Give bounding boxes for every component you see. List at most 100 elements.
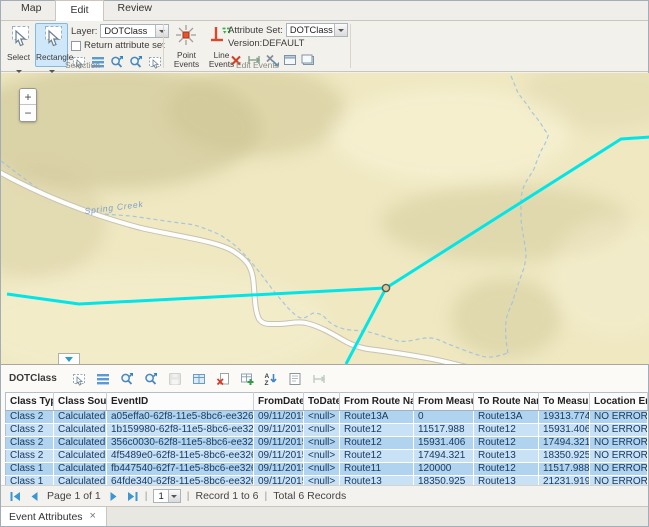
dropdown-button[interactable] <box>168 490 180 502</box>
table-cell[interactable]: Calculated <box>54 450 107 463</box>
table-cell[interactable]: Class 1 <box>6 463 54 476</box>
table-cell[interactable]: a05effa0-62f8-11e5-8bc6-ee32641d5ec9 <box>107 411 254 424</box>
table-cell[interactable]: Class 2 <box>6 450 54 463</box>
table-cell[interactable]: 09/11/2015 <box>254 424 304 437</box>
table-cell[interactable]: <null> <box>304 463 340 476</box>
layer-dropdown[interactable]: DOTClass <box>100 24 169 38</box>
table-cell[interactable]: Class 2 <box>6 437 54 450</box>
table-cell[interactable]: NO ERROR <box>590 463 648 476</box>
table-cell[interactable]: Route13A <box>474 411 539 424</box>
column-header[interactable]: ToDate <box>304 393 340 411</box>
table-cell[interactable]: Calculated <box>54 463 107 476</box>
table-row[interactable]: Class 2Calculateda05effa0-62f8-11e5-8bc6… <box>6 411 648 424</box>
table-cell[interactable]: Class 2 <box>6 411 54 424</box>
show-selected-records-icon[interactable] <box>95 371 111 387</box>
table-cell[interactable]: <null> <box>304 450 340 463</box>
table-row[interactable]: Class 2Calculated356c0030-62f8-11e5-8bc6… <box>6 437 648 450</box>
panel-collapse-tab[interactable] <box>58 353 80 364</box>
table-cell[interactable]: 11517.988 <box>539 463 590 476</box>
table-row[interactable]: Class 1Calculatedfb447540-62f7-11e5-8bc6… <box>6 463 648 476</box>
ribbon-tabs: MapEditReview <box>7 0 166 20</box>
close-icon[interactable]: × <box>90 511 96 522</box>
table-cell[interactable]: 19313.774 <box>539 411 590 424</box>
table-cell[interactable]: 11517.988 <box>414 424 474 437</box>
pan-to-selection-icon[interactable] <box>143 371 159 387</box>
selection-group: Select Rectangle Layer: DOTClass Return … <box>1 21 164 71</box>
table-cell[interactable]: NO ERROR <box>590 450 648 463</box>
table-cell[interactable]: NO ERROR <box>590 424 648 437</box>
table-cell[interactable]: 17494.321 <box>539 437 590 450</box>
table-cell[interactable]: <null> <box>304 437 340 450</box>
page-number-dropdown[interactable]: 1 <box>153 489 180 503</box>
table-cell[interactable]: 15931.406 <box>539 424 590 437</box>
zoom-to-selection-icon[interactable] <box>119 371 135 387</box>
tab-edit[interactable]: Edit <box>55 0 103 21</box>
table-cell[interactable]: 0 <box>414 411 474 424</box>
table-cell[interactable]: 15931.406 <box>414 437 474 450</box>
tab-event-attributes[interactable]: Event Attributes × <box>1 507 107 526</box>
table-cell[interactable]: Route12 <box>474 463 539 476</box>
table-cell[interactable]: 120000 <box>414 463 474 476</box>
column-header[interactable]: EventID <box>107 393 254 411</box>
table-cell[interactable]: NO ERROR <box>590 411 648 424</box>
sort-icon[interactable]: AZ <box>263 371 279 387</box>
column-header[interactable]: To Measure <box>539 393 590 411</box>
table-row[interactable]: Class 2Calculated1b159980-62f8-11e5-8bc6… <box>6 424 648 437</box>
column-header[interactable]: FromDate <box>254 393 304 411</box>
column-header[interactable]: Class Source <box>54 393 107 411</box>
table-row[interactable]: Class 2Calculated4f5489e0-62f8-11e5-8bc6… <box>6 450 648 463</box>
clear-selection-icon[interactable] <box>215 371 231 387</box>
table-cell[interactable]: Route12 <box>474 437 539 450</box>
column-header[interactable]: From Measure <box>414 393 474 411</box>
table-cell[interactable]: 09/11/2015 <box>254 450 304 463</box>
first-page-button[interactable] <box>9 490 22 503</box>
table-cell[interactable]: Calculated <box>54 437 107 450</box>
next-page-button[interactable] <box>107 490 120 503</box>
column-header[interactable]: To Route Name <box>474 393 539 411</box>
column-header[interactable]: Class Type <box>6 393 54 411</box>
select-features-icon[interactable] <box>71 371 87 387</box>
table-cell[interactable]: Calculated <box>54 411 107 424</box>
table-cell[interactable]: Route13 <box>474 450 539 463</box>
table-cell[interactable]: 18350.925 <box>539 450 590 463</box>
prev-page-button[interactable] <box>28 490 41 503</box>
table-cell[interactable]: Calculated <box>54 424 107 437</box>
add-record-icon[interactable] <box>239 371 255 387</box>
table-cell[interactable]: 356c0030-62f8-11e5-8bc6-ee32641d5ec9 <box>107 437 254 450</box>
select-all-icon[interactable] <box>191 371 207 387</box>
table-cell[interactable]: Route12 <box>340 437 414 450</box>
save-edits-icon[interactable] <box>167 371 183 387</box>
zoom-out-button[interactable]: − <box>20 105 36 121</box>
table-cell[interactable]: 4f5489e0-62f8-11e5-8bc6-ee32641d5ec9 <box>107 450 254 463</box>
table-cell[interactable]: Route11 <box>340 463 414 476</box>
svg-text:Z: Z <box>264 380 268 386</box>
table-cell[interactable]: <null> <box>304 411 340 424</box>
tab-review[interactable]: Review <box>104 0 166 20</box>
measure-icon[interactable] <box>311 371 327 387</box>
table-cell[interactable]: Route13A <box>340 411 414 424</box>
zoom-in-button[interactable]: + <box>20 89 36 105</box>
table-cell[interactable]: 09/11/2015 <box>254 437 304 450</box>
table-cell[interactable]: 1b159980-62f8-11e5-8bc6-ee32641d5ec9 <box>107 424 254 437</box>
map-canvas[interactable]: Spring Creek + − <box>1 73 649 364</box>
table-cell[interactable]: Route12 <box>474 424 539 437</box>
table-cell[interactable]: 09/11/2015 <box>254 411 304 424</box>
column-header[interactable]: From Route Name <box>340 393 414 411</box>
last-page-button[interactable] <box>126 490 139 503</box>
table-cell[interactable]: 09/11/2015 <box>254 463 304 476</box>
return-attribute-set-checkbox[interactable] <box>71 41 81 51</box>
dropdown-button[interactable] <box>334 24 347 36</box>
route-junction-vertex[interactable] <box>382 284 389 291</box>
table-cell[interactable]: 17494.321 <box>414 450 474 463</box>
open-form-icon[interactable] <box>287 371 303 387</box>
table-cell[interactable]: Route12 <box>340 424 414 437</box>
table-cell[interactable]: Class 2 <box>6 424 54 437</box>
column-header[interactable]: Location Error <box>590 393 648 411</box>
chevron-down-icon <box>338 29 344 32</box>
table-cell[interactable]: NO ERROR <box>590 437 648 450</box>
table-cell[interactable]: <null> <box>304 424 340 437</box>
table-cell[interactable]: fb447540-62f7-11e5-8bc6-ee32641d5ec9 <box>107 463 254 476</box>
attribute-set-dropdown[interactable]: DOTClass <box>286 23 348 37</box>
tab-map[interactable]: Map <box>7 0 55 20</box>
table-cell[interactable]: Route12 <box>340 450 414 463</box>
